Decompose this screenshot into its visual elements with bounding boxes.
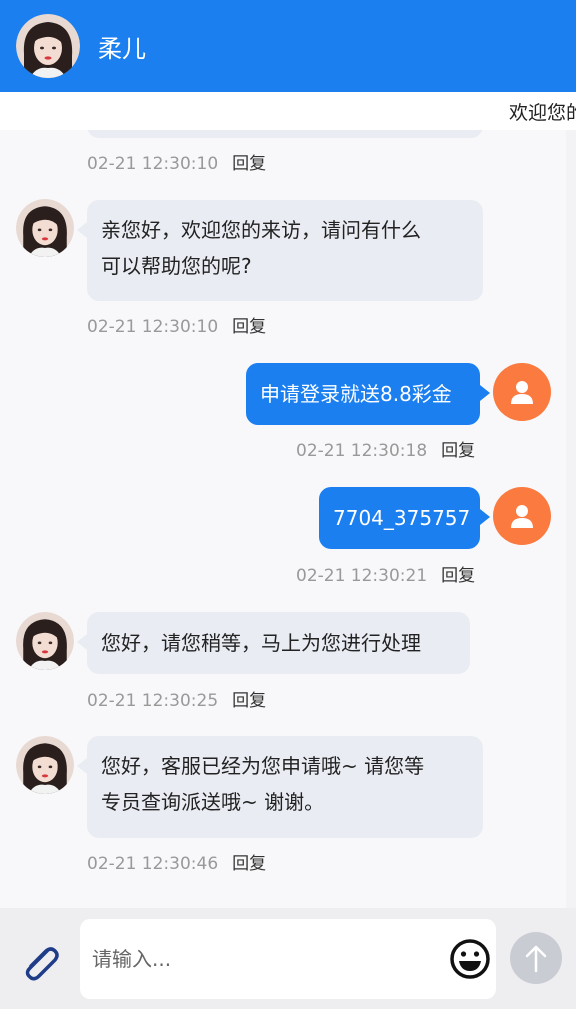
message-time: 02-21 12:30:21 xyxy=(296,566,428,586)
agent-avatar xyxy=(16,736,74,794)
user-icon xyxy=(511,505,533,528)
chat-header: 柔儿 xyxy=(0,0,576,92)
message-text-line: 专员查询派送哦~ 谢谢。 xyxy=(101,790,325,814)
message-input-box xyxy=(80,919,496,999)
user-avatar xyxy=(493,487,551,545)
message-text: 7704_375757 xyxy=(333,506,471,530)
chat-area[interactable]: 02-21 12:30:10 回复 亲您好，欢迎您的来访，请问有什么 可以帮助您的… xyxy=(0,130,576,908)
message-time: 02-21 12:30:46 xyxy=(87,854,219,874)
agent-message-bubble: 亲您好，欢迎您的来访，请问有什么 可以帮助您的呢? xyxy=(77,200,483,301)
chat-scrollbar[interactable] xyxy=(566,130,576,908)
agent-name: 柔儿 xyxy=(98,34,146,63)
message-text: 您好，请您稍等，马上为您进行处理 xyxy=(101,631,421,655)
reply-button[interactable]: 回复 xyxy=(441,566,475,586)
user-avatar xyxy=(493,363,551,421)
arrow-up-icon xyxy=(525,945,547,973)
smiley-icon xyxy=(450,939,490,979)
agent-avatar xyxy=(16,14,80,78)
reply-button[interactable]: 回复 xyxy=(441,441,475,461)
message-meta: 02-21 12:30:10 回复 xyxy=(87,312,266,337)
message-meta: 02-21 12:30:25 回复 xyxy=(87,686,266,711)
message-time: 02-21 12:30:18 xyxy=(296,441,428,461)
user-message-bubble: 7704_375757 xyxy=(319,487,490,549)
message-time: 02-21 12:30:10 xyxy=(87,154,219,174)
agent-message-bubble xyxy=(87,130,483,138)
message-meta: 02-21 12:30:21 回复 xyxy=(296,561,475,586)
reply-button[interactable]: 回复 xyxy=(232,317,266,337)
message-text: 申请登录就送8.8彩金 xyxy=(260,382,452,406)
emoji-button[interactable] xyxy=(448,937,492,981)
message-meta: 02-21 12:30:10 回复 xyxy=(87,149,266,174)
message-text-line: 您好，客服已经为您申请哦~ 请您等 xyxy=(101,754,425,778)
reply-button[interactable]: 回复 xyxy=(232,691,266,711)
message-meta: 02-21 12:30:46 回复 xyxy=(87,849,266,874)
message-input[interactable] xyxy=(92,939,432,979)
composer-bar xyxy=(0,908,576,1009)
notice-marquee: 欢迎您的 xyxy=(0,92,576,130)
message-text-line: 亲您好，欢迎您的来访，请问有什么 xyxy=(101,218,421,242)
agent-message-bubble: 您好，请您稍等，马上为您进行处理 xyxy=(77,612,470,674)
agent-avatar xyxy=(16,612,74,670)
send-button[interactable] xyxy=(510,932,562,984)
reply-button[interactable]: 回复 xyxy=(232,154,266,174)
agent-avatar xyxy=(16,199,74,257)
message-text-line: 可以帮助您的呢? xyxy=(101,254,252,278)
attach-button[interactable] xyxy=(18,940,62,984)
message-time: 02-21 12:30:10 xyxy=(87,317,219,337)
agent-message-bubble: 您好，客服已经为您申请哦~ 请您等 专员查询派送哦~ 谢谢。 xyxy=(77,736,483,838)
user-icon xyxy=(511,381,533,404)
message-time: 02-21 12:30:25 xyxy=(87,691,219,711)
notice-text: 欢迎您的 xyxy=(509,102,576,124)
paperclip-icon xyxy=(25,947,59,981)
reply-button[interactable]: 回复 xyxy=(232,854,266,874)
message-meta: 02-21 12:30:18 回复 xyxy=(296,436,475,461)
user-message-bubble: 申请登录就送8.8彩金 xyxy=(246,363,490,425)
